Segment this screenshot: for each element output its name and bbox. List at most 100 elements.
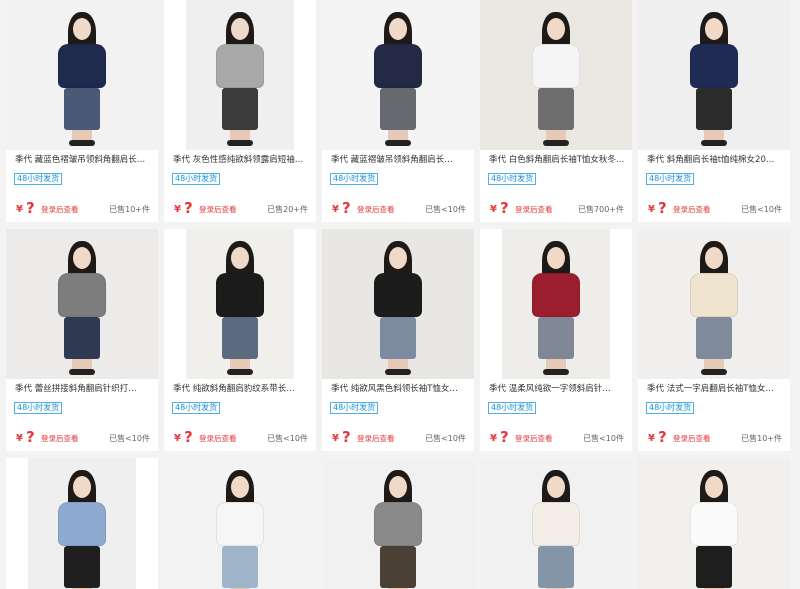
product-image[interactable] xyxy=(322,0,474,150)
hidden-price-icon: ? xyxy=(342,428,351,446)
product-title[interactable]: 季代 纯欲斜角翻肩豹纹系带长… xyxy=(164,379,316,395)
product-image[interactable] xyxy=(480,229,632,379)
hidden-price-icon: ? xyxy=(184,428,193,446)
model-figure xyxy=(210,237,270,377)
model-figure xyxy=(526,8,586,148)
price-row: ¥ ? 登录后查看 已售<10件 xyxy=(322,428,474,446)
login-to-view-price[interactable]: 登录后查看 xyxy=(199,433,237,444)
product-card[interactable]: 季代 蕾丝拼接斜角翻肩针织打… 48小时发货 ¥ ? 登录后查看 已售<10件 xyxy=(6,229,158,451)
model-figure xyxy=(684,466,744,589)
product-card[interactable] xyxy=(6,458,158,589)
hidden-price-icon: ? xyxy=(500,199,509,217)
product-image[interactable] xyxy=(6,458,158,589)
product-image[interactable] xyxy=(164,0,316,150)
login-to-view-price[interactable]: 登录后查看 xyxy=(515,433,553,444)
hidden-price-icon: ? xyxy=(658,199,667,217)
shipping-badge: 48小时发货 xyxy=(646,402,695,414)
product-image[interactable] xyxy=(480,458,632,589)
login-to-view-price[interactable]: 登录后查看 xyxy=(41,204,79,215)
product-image[interactable] xyxy=(322,229,474,379)
product-card[interactable]: 季代 斜角翻肩长袖t恤纯棉女20… 48小时发货 ¥ ? 登录后查看 已售<10… xyxy=(638,0,790,222)
sold-count: 已售20+件 xyxy=(267,205,308,214)
hidden-price-icon: ? xyxy=(26,428,35,446)
currency-symbol: ¥ xyxy=(174,433,181,444)
product-card[interactable]: 季代 纯欲风黑色斜领长袖T恤女… 48小时发货 ¥ ? 登录后查看 已售<10件 xyxy=(322,229,474,451)
login-to-view-price[interactable]: 登录后查看 xyxy=(199,204,237,215)
currency-symbol: ¥ xyxy=(174,204,181,215)
currency-symbol: ¥ xyxy=(332,204,339,215)
model-figure xyxy=(684,237,744,377)
product-title[interactable]: 季代 藏蓝褶皱吊领斜角翻肩长… xyxy=(322,150,474,166)
currency-symbol: ¥ xyxy=(490,204,497,215)
product-image[interactable] xyxy=(164,458,316,589)
product-title[interactable]: 季代 斜角翻肩长袖t恤纯棉女20… xyxy=(638,150,790,166)
model-figure xyxy=(210,8,270,148)
price-row: ¥ ? 登录后查看 已售<10件 xyxy=(638,199,790,217)
shipping-badge: 48小时发货 xyxy=(14,173,63,185)
product-card[interactable] xyxy=(638,458,790,589)
shipping-badge: 48小时发货 xyxy=(14,402,63,414)
sold-count: 已售<10件 xyxy=(109,434,150,443)
product-title[interactable]: 季代 纯欲风黑色斜领长袖T恤女… xyxy=(322,379,474,395)
product-grid: 季代 藏蓝色褶皱吊领斜角翻肩长… 48小时发货 ¥ ? 登录后查看 已售10+件… xyxy=(0,0,800,589)
sold-count: 已售<10件 xyxy=(741,205,782,214)
product-card[interactable]: 季代 白色斜角翻肩长袖T恤女秋冬… 48小时发货 ¥ ? 登录后查看 已售700… xyxy=(480,0,632,222)
hidden-price-icon: ? xyxy=(658,428,667,446)
shipping-badge: 48小时发货 xyxy=(172,173,221,185)
product-card[interactable]: 季代 藏蓝褶皱吊领斜角翻肩长… 48小时发货 ¥ ? 登录后查看 已售<10件 xyxy=(322,0,474,222)
product-image[interactable] xyxy=(6,0,158,150)
product-title[interactable]: 季代 法式一字肩翻肩长袖T恤女… xyxy=(638,379,790,395)
product-image[interactable] xyxy=(638,458,790,589)
product-card[interactable]: 季代 藏蓝色褶皱吊领斜角翻肩长… 48小时发货 ¥ ? 登录后查看 已售10+件 xyxy=(6,0,158,222)
product-title[interactable]: 季代 蕾丝拼接斜角翻肩针织打… xyxy=(6,379,158,395)
sold-count: 已售<10件 xyxy=(583,434,624,443)
sold-count: 已售<10件 xyxy=(267,434,308,443)
price-row: ¥ ? 登录后查看 已售<10件 xyxy=(6,428,158,446)
product-title[interactable]: 季代 灰色性感纯欲斜领露肩短袖… xyxy=(164,150,316,166)
product-image[interactable] xyxy=(6,229,158,379)
product-image[interactable] xyxy=(638,229,790,379)
model-figure xyxy=(368,237,428,377)
model-figure xyxy=(368,466,428,589)
hidden-price-icon: ? xyxy=(26,199,35,217)
product-card[interactable] xyxy=(164,458,316,589)
price-row: ¥ ? 登录后查看 已售<10件 xyxy=(480,428,632,446)
model-figure xyxy=(526,237,586,377)
product-image[interactable] xyxy=(638,0,790,150)
model-figure xyxy=(368,8,428,148)
product-card[interactable]: 季代 法式一字肩翻肩长袖T恤女… 48小时发货 ¥ ? 登录后查看 已售10+件 xyxy=(638,229,790,451)
sold-count: 已售<10件 xyxy=(425,205,466,214)
currency-symbol: ¥ xyxy=(648,204,655,215)
currency-symbol: ¥ xyxy=(490,433,497,444)
product-card[interactable] xyxy=(480,458,632,589)
price-row: ¥ ? 登录后查看 已售<10件 xyxy=(164,428,316,446)
product-card[interactable]: 季代 温柔风纯欲一字领斜肩针… 48小时发货 ¥ ? 登录后查看 已售<10件 xyxy=(480,229,632,451)
shipping-badge: 48小时发货 xyxy=(330,402,379,414)
product-card[interactable]: 季代 纯欲斜角翻肩豹纹系带长… 48小时发货 ¥ ? 登录后查看 已售<10件 xyxy=(164,229,316,451)
sold-count: 已售<10件 xyxy=(425,434,466,443)
hidden-price-icon: ? xyxy=(342,199,351,217)
model-figure xyxy=(210,466,270,589)
product-title[interactable]: 季代 温柔风纯欲一字领斜肩针… xyxy=(480,379,632,395)
product-image[interactable] xyxy=(164,229,316,379)
model-figure xyxy=(684,8,744,148)
model-figure xyxy=(52,237,112,377)
hidden-price-icon: ? xyxy=(500,428,509,446)
product-card[interactable]: 季代 灰色性感纯欲斜领露肩短袖… 48小时发货 ¥ ? 登录后查看 已售20+件 xyxy=(164,0,316,222)
price-row: ¥ ? 登录后查看 已售10+件 xyxy=(6,199,158,217)
price-row: ¥ ? 登录后查看 已售10+件 xyxy=(638,428,790,446)
product-card[interactable] xyxy=(322,458,474,589)
model-figure xyxy=(52,8,112,148)
product-title[interactable]: 季代 藏蓝色褶皱吊领斜角翻肩长… xyxy=(6,150,158,166)
model-figure xyxy=(526,466,586,589)
product-title[interactable]: 季代 白色斜角翻肩长袖T恤女秋冬… xyxy=(480,150,632,166)
currency-symbol: ¥ xyxy=(332,433,339,444)
product-image[interactable] xyxy=(480,0,632,150)
login-to-view-price[interactable]: 登录后查看 xyxy=(357,204,395,215)
login-to-view-price[interactable]: 登录后查看 xyxy=(515,204,553,215)
product-image[interactable] xyxy=(322,458,474,589)
login-to-view-price[interactable]: 登录后查看 xyxy=(673,204,711,215)
login-to-view-price[interactable]: 登录后查看 xyxy=(673,433,711,444)
login-to-view-price[interactable]: 登录后查看 xyxy=(357,433,395,444)
login-to-view-price[interactable]: 登录后查看 xyxy=(41,433,79,444)
